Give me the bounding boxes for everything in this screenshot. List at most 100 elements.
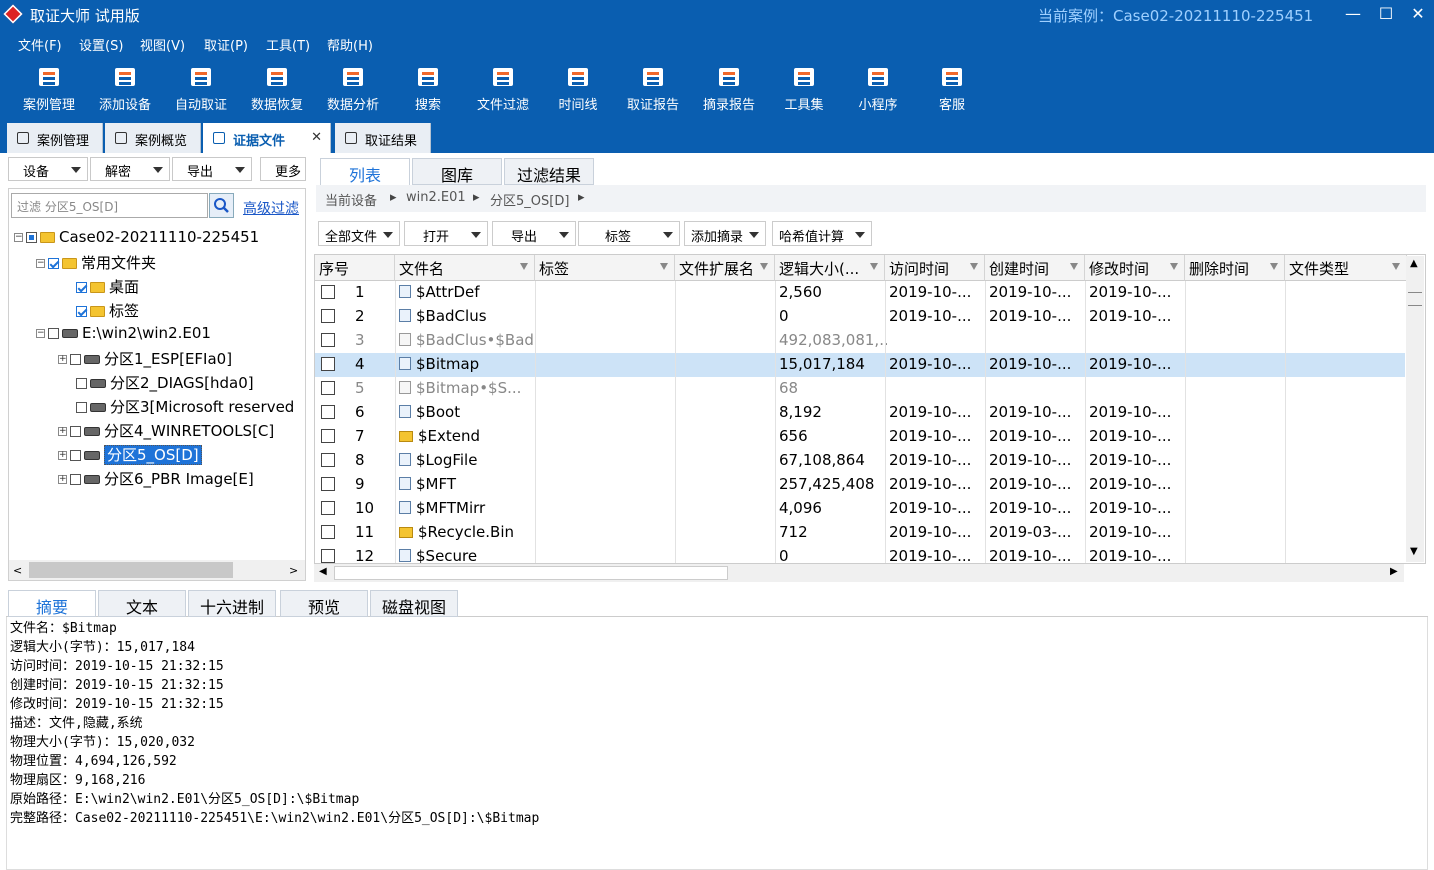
col-header-access-time[interactable]: 访问时间 [885,255,985,281]
maximize-button[interactable]: ☐ [1375,4,1397,24]
row-checkbox[interactable] [321,405,335,419]
table-row[interactable]: 5 $Bitmap•$S... 68 [315,377,1405,401]
row-checkbox[interactable] [321,333,335,347]
tab-evidence-files[interactable]: 证据文件 ✕ [203,123,331,153]
row-checkbox[interactable] [321,453,335,467]
collapse-icon[interactable]: − [14,233,23,242]
tree-node-case[interactable]: − Case02-20211110-225451 [14,228,259,246]
tab-text[interactable]: 文本 [98,590,186,617]
row-checkbox[interactable] [321,357,335,371]
tree-node-desktop[interactable]: 桌面 [76,276,139,297]
tab-forensics-results[interactable]: 取证结果 [335,123,431,153]
filter-icon[interactable] [870,263,878,270]
row-checkbox[interactable] [321,501,335,515]
close-tab-icon[interactable]: ✕ [311,130,322,145]
timeline-button[interactable]: 时间线 [543,62,613,113]
row-checkbox[interactable] [321,309,335,323]
scroll-left-icon[interactable]: ◀ [319,566,327,577]
tree-checkbox[interactable] [70,450,81,461]
breadcrumb-current-device[interactable]: 当前设备 [325,190,377,209]
tab-hex[interactable]: 十六进制 [188,590,276,617]
scrollbar-thumb[interactable] [334,566,728,580]
row-checkbox[interactable] [321,285,335,299]
customer-service-button[interactable]: 客服 [917,62,987,113]
data-recovery-button[interactable]: 数据恢复 [242,62,312,113]
export-dropdown[interactable]: 导出 [172,157,252,181]
tab-case-overview[interactable]: 案例概览 [105,123,201,153]
excerpt-report-button[interactable]: 摘录报告 [694,62,764,113]
tree-node-partition-1[interactable]: + 分区1_ESP[EFIa0] [58,348,232,369]
tag-dropdown[interactable]: 标签 [578,221,680,246]
all-files-dropdown[interactable]: 全部文件 [318,221,400,246]
tab-case-management[interactable]: 案例管理 [7,123,103,153]
scrollbar-thumb[interactable] [29,562,233,578]
more-button[interactable]: 更多 [260,157,306,181]
scroll-up-icon[interactable]: ▲ [1410,258,1418,269]
table-vertical-scrollbar[interactable]: ▲ ▼ [1406,256,1424,562]
tree-checkbox[interactable] [70,474,81,485]
menu-settings[interactable]: 设置(S) [79,35,123,54]
table-horizontal-scrollbar[interactable]: ◀ ▶ [314,564,1404,582]
advanced-filter-link[interactable]: 高级过滤 [243,198,299,218]
table-row[interactable]: 4 $Bitmap 15,017,184 2019-10-... 2019-10-...… [315,353,1405,377]
scroll-left-icon[interactable]: < [13,564,22,577]
tree-checkbox[interactable] [76,306,87,317]
mini-program-button[interactable]: 小程序 [843,62,913,113]
table-row[interactable]: 11 $Recycle.Bin 712 2019-10-... 2019-03-... 2… [315,521,1405,545]
scroll-right-icon[interactable]: ▶ [1390,566,1398,577]
collapse-icon[interactable]: − [36,259,45,268]
row-checkbox[interactable] [321,381,335,395]
expand-icon[interactable]: + [58,427,67,436]
table-row[interactable]: 9 $MFT 257,425,408 2019-10-... 2019-10-... 20… [315,473,1405,497]
tab-list[interactable]: 列表 [320,158,410,185]
scrollbar-grip-icon[interactable] [1408,292,1422,306]
menu-file[interactable]: 文件(F) [18,35,62,54]
tree-node-image[interactable]: − E:\win2\win2.E01 [36,324,211,342]
menu-forensics[interactable]: 取证(P) [204,35,248,54]
row-checkbox[interactable] [321,525,335,539]
filter-icon[interactable] [1070,263,1078,270]
expand-icon[interactable]: + [58,451,67,460]
tree-node-tags[interactable]: 标签 [76,300,139,321]
table-row[interactable]: 7 $Extend 656 2019-10-... 2019-10-... 2019-10… [315,425,1405,449]
col-header-index[interactable]: 序号 [315,255,395,281]
tree-checkbox[interactable] [48,258,59,269]
col-header-tag[interactable]: 标签 [535,255,675,281]
tree-checkbox[interactable] [26,232,37,243]
tab-disk-view[interactable]: 磁盘视图 [370,590,458,617]
case-management-button[interactable]: 案例管理 [14,62,84,113]
table-row[interactable]: 10 $MFTMirr 4,096 2019-10-... 2019-10-... 201… [315,497,1405,521]
table-row[interactable]: 1 $AttrDef 2,560 2019-10-... 2019-10-... 2019… [315,281,1405,305]
row-checkbox[interactable] [321,429,335,443]
col-header-create-time[interactable]: 创建时间 [985,255,1085,281]
col-header-size[interactable]: 逻辑大小(... [775,255,885,281]
col-header-name[interactable]: 文件名 [395,255,535,281]
minimize-button[interactable]: — [1342,4,1364,24]
export-files-dropdown[interactable]: 导出 [492,221,576,246]
data-analysis-button[interactable]: 数据分析 [318,62,388,113]
filter-icon[interactable] [660,263,668,270]
tree-checkbox[interactable] [70,354,81,365]
menu-tools[interactable]: 工具(T) [266,35,310,54]
hash-calc-dropdown[interactable]: 哈希值计算 [772,221,872,246]
filter-icon[interactable] [1392,263,1400,270]
open-dropdown[interactable]: 打开 [404,221,488,246]
filter-icon[interactable] [1270,263,1278,270]
toolset-button[interactable]: 工具集 [769,62,839,113]
tree-checkbox[interactable] [76,402,87,413]
tree-node-common-folders[interactable]: − 常用文件夹 [36,252,156,273]
expand-icon[interactable]: + [58,475,67,484]
tab-filter-results[interactable]: 过滤结果 [504,158,594,185]
tree-checkbox[interactable] [48,328,59,339]
table-row[interactable]: 8 $LogFile 67,108,864 2019-10-... 2019-10-..… [315,449,1405,473]
collapse-icon[interactable]: − [36,329,45,338]
tree-checkbox[interactable] [76,282,87,293]
add-excerpt-dropdown[interactable]: 添加摘录 [684,221,766,246]
file-filter-button[interactable]: 文件过滤 [468,62,538,113]
tree-node-partition-5[interactable]: + 分区5_OS[D] [58,444,202,465]
table-row[interactable]: 12 $Secure 0 2019-10-... 2019-10-... 2019-10-… [315,545,1405,563]
tree-node-partition-3[interactable]: 分区3[Microsoft reserved [76,396,294,417]
col-header-file-type[interactable]: 文件类型 [1285,255,1407,281]
tree-checkbox[interactable] [70,426,81,437]
add-device-button[interactable]: 添加设备 [90,62,160,113]
